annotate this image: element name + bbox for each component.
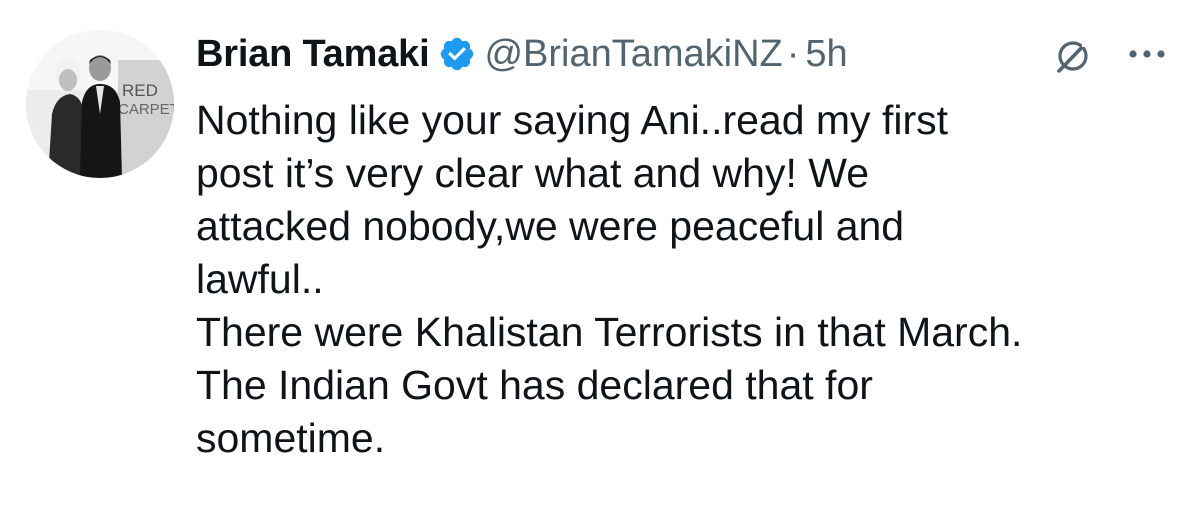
grok-icon[interactable] (1052, 33, 1096, 77)
avatar-text-carpet: CARPET (118, 101, 174, 118)
tweet-paragraph-2: There were Khalistan Terrorists in that … (196, 309, 1023, 461)
tweet-text: Nothing like your saying Ani..read my fi… (196, 94, 1186, 465)
handle[interactable]: @BrianTamakiNZ (484, 33, 782, 76)
avatar-photo: RED CARPET (26, 30, 174, 178)
avatar-text-red: RED (122, 81, 158, 100)
tweet: RED CARPET Brian Tamaki @BrianTamakiNZ ·… (0, 0, 1199, 519)
separator-dot: · (786, 32, 800, 75)
timestamp[interactable]: 5h (805, 33, 847, 76)
tweet-paragraph-1: Nothing like your saying Ani..read my fi… (196, 97, 948, 302)
verified-badge-icon (438, 35, 476, 73)
avatar[interactable]: RED CARPET (26, 30, 174, 178)
tweet-header: Brian Tamaki @BrianTamakiNZ · 5h (196, 24, 848, 84)
display-name[interactable]: Brian Tamaki (196, 33, 430, 76)
more-icon[interactable] (1126, 44, 1170, 64)
